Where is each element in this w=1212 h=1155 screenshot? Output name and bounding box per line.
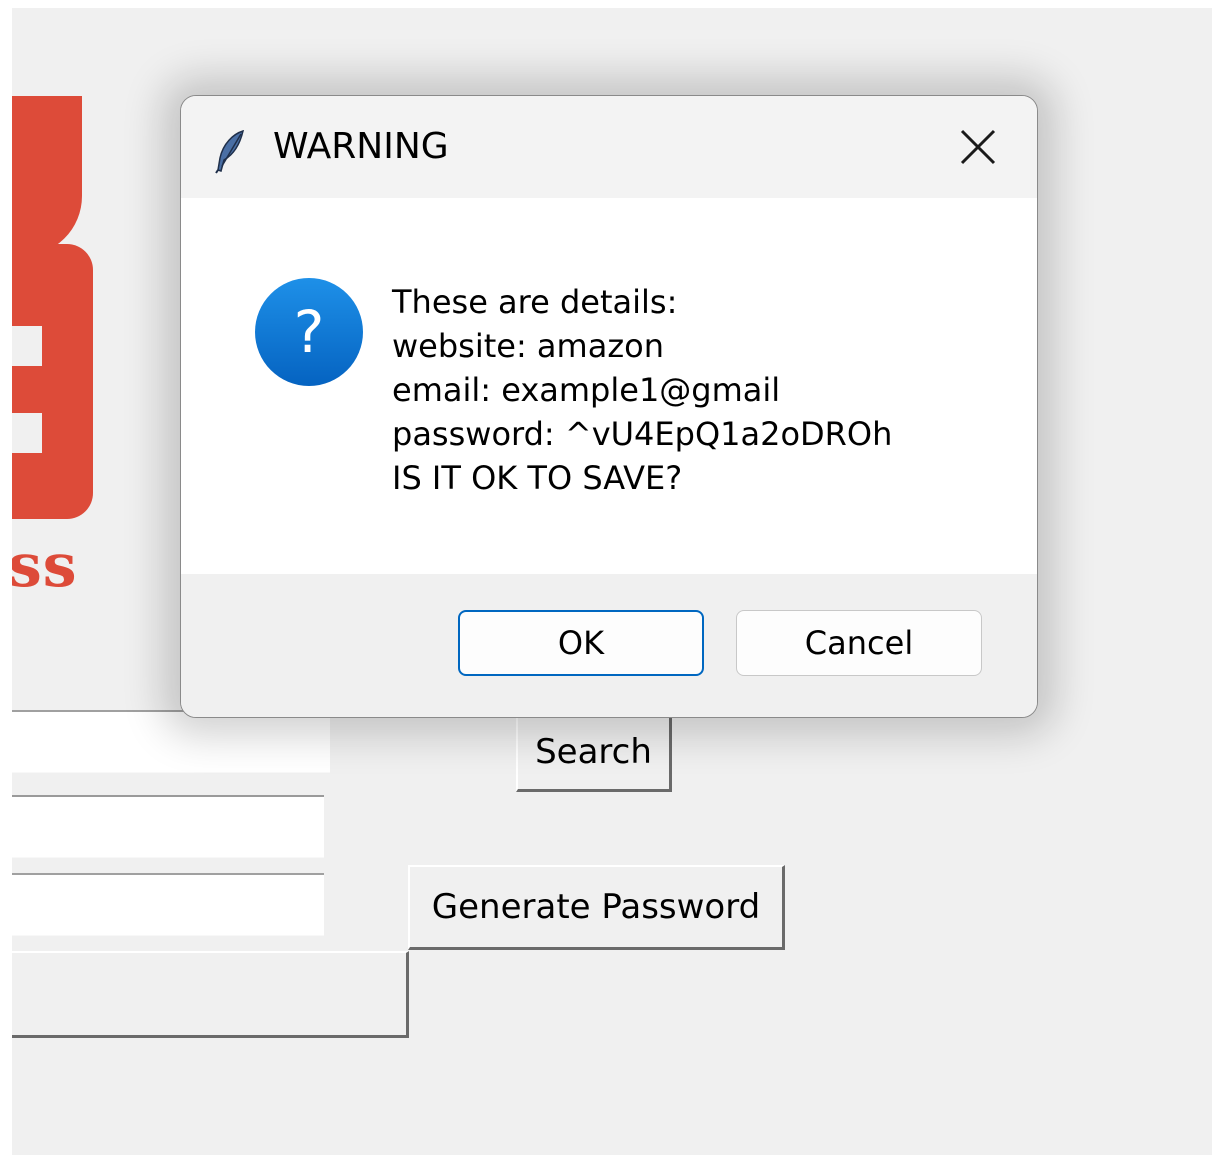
- logo-stripe: [12, 326, 42, 366]
- feather-icon: [215, 129, 247, 174]
- cancel-button[interactable]: Cancel: [736, 610, 982, 676]
- generate-password-button[interactable]: Generate Password: [408, 865, 785, 950]
- message-line: password: ^vU4EpQ1a2oDROh: [392, 415, 893, 453]
- password-input[interactable]: [12, 873, 324, 936]
- logo-stripe: [12, 413, 42, 453]
- dialog-message: These are details: website: amazon email…: [392, 280, 892, 500]
- email-input[interactable]: [12, 795, 324, 858]
- logo-lock-body: [12, 244, 93, 519]
- search-button[interactable]: Search: [516, 712, 672, 792]
- ok-button[interactable]: OK: [458, 610, 704, 676]
- dialog-titlebar: WARNING: [181, 96, 1037, 198]
- message-line: IS IT OK TO SAVE?: [392, 459, 683, 497]
- question-icon: ?: [253, 276, 365, 388]
- message-line: email: example1@gmail: [392, 371, 781, 409]
- warning-dialog: WARNING ? These are details: website: am…: [180, 95, 1038, 718]
- logo-lock-shackle: [12, 96, 82, 256]
- dialog-title: WARNING: [273, 126, 449, 167]
- logo-text: ss: [12, 531, 78, 601]
- website-input[interactable]: [12, 710, 330, 773]
- close-button[interactable]: [955, 124, 1001, 170]
- message-line: These are details:: [392, 283, 678, 321]
- add-button[interactable]: [12, 951, 409, 1038]
- dialog-footer: OK Cancel: [181, 574, 1037, 717]
- dialog-content: ? These are details: website: amazon ema…: [181, 198, 1037, 574]
- svg-text:?: ?: [294, 298, 325, 366]
- close-icon: [960, 129, 996, 165]
- message-line: website: amazon: [392, 327, 664, 365]
